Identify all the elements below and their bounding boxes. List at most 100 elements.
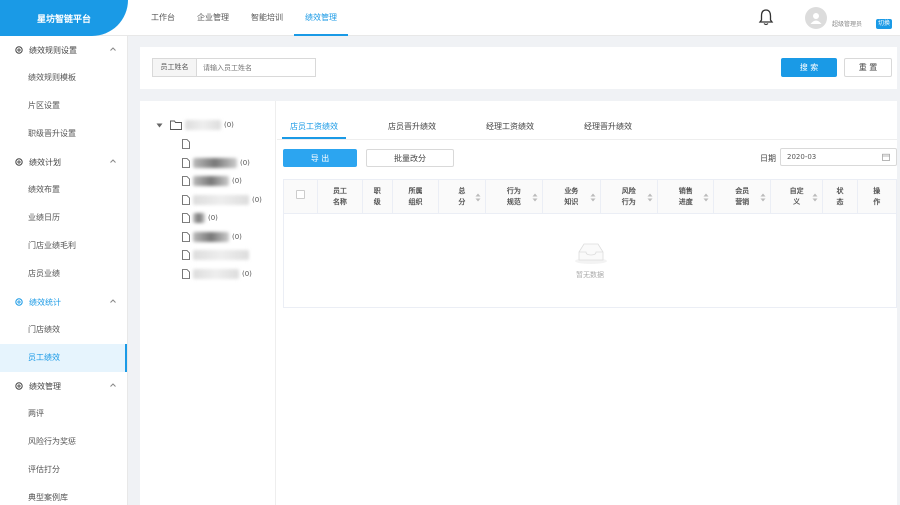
sidebar-item[interactable]: 店员业绩 <box>0 260 127 288</box>
sort-icon[interactable] <box>532 193 538 202</box>
column-header: 员工 名称 <box>317 179 363 214</box>
column-header: 操 作 <box>856 179 898 214</box>
folder-icon <box>170 120 182 130</box>
tree-node[interactable]: (0) <box>182 157 250 168</box>
column-header-label: 风险 行为 <box>621 186 636 206</box>
column-header[interactable]: 自定 义 <box>769 179 824 214</box>
sidebar-group-label: 绩效规则设置 <box>29 45 77 55</box>
sidebar-item[interactable]: 两评 <box>0 400 127 428</box>
column-header[interactable]: 总 分 <box>438 179 486 214</box>
switch-button[interactable]: 切换 <box>876 19 893 29</box>
tree-root[interactable]: (0) <box>156 120 234 130</box>
tab[interactable]: 店员晋升绩效 <box>380 115 444 139</box>
sort-icon[interactable] <box>647 193 653 202</box>
tree-node[interactable]: (0) <box>182 231 242 242</box>
sidebar-item[interactable]: 评估打分 <box>0 456 127 484</box>
batch-edit-score-button[interactable]: 批量改分 <box>366 149 454 167</box>
sidebar-group[interactable]: 绩效统计 <box>0 288 127 316</box>
sidebar-group[interactable]: 绩效规则设置 <box>0 36 127 64</box>
column-header-label: 总 分 <box>458 186 466 206</box>
file-icon <box>182 250 190 260</box>
gear-icon <box>15 158 23 166</box>
sort-icon[interactable] <box>760 193 766 202</box>
column-header: 职 级 <box>361 179 393 214</box>
employee-name-input[interactable] <box>196 58 316 77</box>
nav-item[interactable]: 绩效管理 <box>294 0 348 36</box>
column-header[interactable]: 会员 营销 <box>713 179 771 214</box>
column-header-label: 行为 规范 <box>506 186 521 206</box>
sidebar-item[interactable]: 职级晋升设置 <box>0 120 127 148</box>
sidebar-item[interactable]: 员工绩效 <box>0 344 127 372</box>
chevron-up-icon <box>110 299 116 303</box>
table-header-row: 员工 名称 职 级 所属 组织 总 分 行为 规范 业务 知识 风险 行为 销售 进度 会员 营… <box>282 179 898 214</box>
tab[interactable]: 经理工资绩效 <box>478 115 542 139</box>
sidebar-item[interactable]: 绩效布置 <box>0 176 127 204</box>
sidebar-item[interactable]: 门店业绩毛利 <box>0 232 127 260</box>
sidebar-group[interactable]: 绩效管理 <box>0 372 127 400</box>
sidebar-item[interactable]: 门店绩效 <box>0 316 127 344</box>
tree-node[interactable]: (0) <box>182 176 242 186</box>
app-logo[interactable]: 星坊智链平台 <box>0 0 128 36</box>
search-button[interactable]: 搜 索 <box>781 58 837 77</box>
bell-icon[interactable] <box>758 8 774 26</box>
tree-node[interactable]: (0) <box>182 194 262 205</box>
search-panel: 员工姓名 搜 索 重 置 <box>140 47 897 89</box>
column-header[interactable]: 风险 行为 <box>599 179 659 214</box>
file-icon <box>182 268 190 279</box>
tree-node[interactable] <box>182 139 190 149</box>
file-icon <box>182 157 190 168</box>
file-icon <box>182 139 190 149</box>
tree-node[interactable]: (0) <box>182 268 252 279</box>
sidebar-item[interactable]: 绩效规则模板 <box>0 64 127 92</box>
tree-node-count: (0) <box>208 214 218 222</box>
sidebar-group[interactable]: 绩效计划 <box>0 148 127 176</box>
column-header[interactable]: 行为 规范 <box>484 179 544 214</box>
top-nav: 工作台 企业管理 智能培训 绩效管理 <box>140 0 348 36</box>
sort-icon[interactable] <box>812 193 818 202</box>
sort-icon[interactable] <box>703 193 709 202</box>
file-icon <box>182 176 190 186</box>
select-all-header <box>282 179 319 214</box>
sidebar-group-label: 绩效管理 <box>29 381 61 391</box>
column-header[interactable]: 业务 知识 <box>542 179 601 214</box>
export-button[interactable]: 导 出 <box>283 149 357 167</box>
nav-item[interactable]: 智能培训 <box>240 0 294 36</box>
caret-down-icon[interactable] <box>156 122 163 129</box>
reset-button[interactable]: 重 置 <box>844 58 892 77</box>
select-all-checkbox[interactable] <box>296 190 306 199</box>
tab-bar: 店员工资绩效 店员晋升绩效 经理工资绩效 经理晋升绩效 <box>282 115 674 139</box>
tree-node-label-blurred <box>193 268 239 279</box>
column-header-label: 状 态 <box>836 186 844 206</box>
top-bar: 星坊智链平台 工作台 企业管理 智能培训 绩效管理 超级管理员 切换 <box>0 0 900 36</box>
tree-node-label-blurred <box>193 194 249 205</box>
tab-divider <box>277 139 897 140</box>
sidebar: 绩效规则设置绩效规则模板 片区设置 职级晋升设置 绩效计划 绩效布置 业绩日历 门店业绩毛利… <box>0 36 128 505</box>
nav-item[interactable]: 企业管理 <box>186 0 240 36</box>
tab[interactable]: 店员工资绩效 <box>282 115 346 139</box>
tab[interactable]: 经理晋升绩效 <box>576 115 640 139</box>
nav-item[interactable]: 工作台 <box>140 0 186 36</box>
tree-node-label-blurred <box>193 176 229 186</box>
sidebar-item[interactable]: 风险行为奖惩 <box>0 428 127 456</box>
column-header-label: 会员 营销 <box>735 186 750 206</box>
sidebar-item[interactable]: 典型案例库 <box>0 484 127 505</box>
org-tree: (0) (0) (0) (0) (0) (0) (0) <box>140 101 276 505</box>
user-name[interactable]: 超级管理员 <box>832 19 862 28</box>
tree-node[interactable] <box>182 250 252 260</box>
date-value: 2020-03 <box>787 153 817 161</box>
sort-icon[interactable] <box>590 193 596 202</box>
sort-icon[interactable] <box>475 193 481 202</box>
tree-node-count: (0) <box>252 195 262 204</box>
empty-text: 暂无数据 <box>576 271 604 279</box>
chevron-up-icon <box>110 383 116 387</box>
tree-root-count: (0) <box>224 121 234 129</box>
date-picker[interactable]: 2020-03 <box>780 148 897 166</box>
column-header-label: 操 作 <box>873 186 881 206</box>
sidebar-group-label: 绩效统计 <box>29 297 61 307</box>
sidebar-item[interactable]: 片区设置 <box>0 92 127 120</box>
sidebar-item[interactable]: 业绩日历 <box>0 204 127 232</box>
avatar[interactable] <box>805 7 827 29</box>
column-header: 状 态 <box>822 179 858 214</box>
column-header[interactable]: 销售 进度 <box>657 179 715 214</box>
tree-node[interactable]: (0) <box>182 213 218 223</box>
